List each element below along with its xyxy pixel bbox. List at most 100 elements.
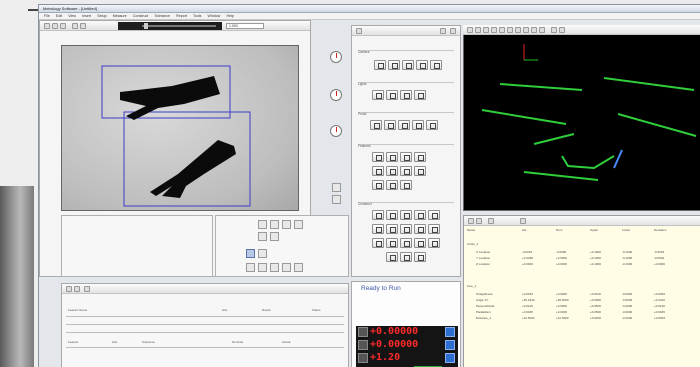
3d-view[interactable] xyxy=(463,25,700,211)
zero-x-button[interactable] xyxy=(445,327,455,337)
pan-icon[interactable] xyxy=(475,27,481,33)
feature-line[interactable] xyxy=(481,109,567,125)
fit-icon[interactable] xyxy=(491,27,497,33)
table-row[interactable]: X Location -3.0215 -3.0000 +0.1000 -0.10… xyxy=(464,250,700,255)
feature-line[interactable] xyxy=(499,83,583,91)
palette-button[interactable] xyxy=(370,120,382,130)
zoom-select[interactable]: 1.000 xyxy=(226,23,264,29)
palette-button[interactable] xyxy=(386,238,398,248)
menu-construct[interactable]: Construct xyxy=(133,13,148,20)
feature-line[interactable] xyxy=(523,171,599,181)
menu-tolerance[interactable]: Tolerance xyxy=(154,13,170,20)
palette-menu-icon[interactable] xyxy=(356,28,362,34)
open-icon[interactable] xyxy=(52,23,58,29)
palette-button[interactable] xyxy=(428,238,440,248)
palette-button[interactable] xyxy=(414,238,426,248)
palette-button[interactable] xyxy=(430,60,442,70)
pin-icon[interactable] xyxy=(440,28,446,34)
add-tool-button[interactable] xyxy=(246,249,255,258)
tool-button[interactable] xyxy=(294,263,303,272)
palette-button[interactable] xyxy=(416,60,428,70)
table-row[interactable]: Straightness +0.0033 +0.0000 +0.0100 -0.… xyxy=(464,292,700,297)
focus-bar[interactable] xyxy=(118,22,222,30)
rotate-icon[interactable] xyxy=(483,27,489,33)
delete-icon[interactable] xyxy=(84,286,90,292)
palette-button[interactable] xyxy=(400,152,412,162)
palette-button[interactable] xyxy=(386,252,398,262)
tool-button[interactable] xyxy=(258,232,267,241)
palette-button[interactable] xyxy=(386,166,398,176)
save-icon[interactable] xyxy=(60,23,66,29)
palette-button[interactable] xyxy=(400,180,412,190)
palette-button[interactable] xyxy=(428,210,440,220)
palette-button[interactable] xyxy=(386,180,398,190)
x-axis-dial[interactable] xyxy=(330,51,342,63)
filter-icon[interactable] xyxy=(488,218,494,224)
view-icon[interactable] xyxy=(499,27,505,33)
y-axis-dial[interactable] xyxy=(330,89,342,101)
z-axis-dial[interactable] xyxy=(330,125,342,137)
table-row[interactable]: Perpendicular +0.0120 +0.0000 +0.0500 -0… xyxy=(464,304,700,309)
view-icon[interactable] xyxy=(531,27,537,33)
settings-icon[interactable] xyxy=(520,218,526,224)
palette-button[interactable] xyxy=(384,120,396,130)
palette-button[interactable] xyxy=(372,152,384,162)
palette-button[interactable] xyxy=(414,90,426,100)
palette-button[interactable] xyxy=(386,224,398,234)
view-icon[interactable] xyxy=(515,27,521,33)
palette-button[interactable] xyxy=(414,166,426,176)
tool-button[interactable] xyxy=(270,232,279,241)
tool-button[interactable] xyxy=(294,220,303,229)
palette-button[interactable] xyxy=(400,90,412,100)
export-icon[interactable] xyxy=(74,286,80,292)
print-icon[interactable] xyxy=(468,218,474,224)
palette-button[interactable] xyxy=(414,210,426,220)
palette-button[interactable] xyxy=(400,224,412,234)
table-row[interactable]: Distance_1 +12.5004 +12.5000 +0.0200 -0.… xyxy=(464,316,700,321)
zero-y-button[interactable] xyxy=(445,340,455,350)
y-axis-icon[interactable] xyxy=(358,340,368,350)
palette-button[interactable] xyxy=(372,238,384,248)
zero-z-button[interactable] xyxy=(445,353,455,363)
feature-line[interactable] xyxy=(603,77,695,91)
tool-button[interactable] xyxy=(246,263,255,272)
tool-button[interactable] xyxy=(258,263,267,272)
table-row[interactable]: Angle XY +45.2310 +45.0000 +0.5000 -0.50… xyxy=(464,298,700,303)
camera-icon[interactable] xyxy=(72,23,78,29)
tool-button[interactable] xyxy=(282,263,291,272)
z-axis-icon[interactable] xyxy=(358,353,368,363)
palette-button[interactable] xyxy=(400,210,412,220)
palette-button[interactable] xyxy=(398,120,410,130)
layer-icon[interactable] xyxy=(559,27,565,33)
table-row[interactable]: Parallelism +0.0045 +0.0000 +0.0500 -0.0… xyxy=(464,310,700,315)
palette-button[interactable] xyxy=(426,120,438,130)
tool-button[interactable] xyxy=(270,263,279,272)
menu-insert[interactable]: Insert xyxy=(82,13,91,20)
stop-button[interactable] xyxy=(332,195,341,204)
roi-box-2[interactable] xyxy=(123,111,251,207)
menu-tools[interactable]: Tools xyxy=(193,13,201,20)
palette-button[interactable] xyxy=(414,252,426,262)
focus-knob[interactable] xyxy=(144,23,148,29)
zoom-icon[interactable] xyxy=(467,27,473,33)
light-icon[interactable] xyxy=(80,23,86,29)
menu-view[interactable]: View xyxy=(68,13,76,20)
palette-button[interactable] xyxy=(412,120,424,130)
camera-view[interactable] xyxy=(61,45,299,211)
palette-button[interactable] xyxy=(388,60,400,70)
palette-button[interactable] xyxy=(372,166,384,176)
new-icon[interactable] xyxy=(44,23,50,29)
palette-button[interactable] xyxy=(414,152,426,162)
feature-line-selected[interactable] xyxy=(613,149,623,169)
close-icon[interactable] xyxy=(450,28,456,34)
menu-measure[interactable]: Measure xyxy=(113,13,127,20)
table-row[interactable]: Line_1 xyxy=(464,284,700,289)
export-icon[interactable] xyxy=(476,218,482,224)
palette-button[interactable] xyxy=(372,90,384,100)
menu-setup[interactable]: Setup xyxy=(97,13,106,20)
view-icon[interactable] xyxy=(539,27,545,33)
focus-slider[interactable] xyxy=(142,25,216,27)
feature-polyline[interactable] xyxy=(561,155,615,170)
table-row[interactable]: Circle_1 xyxy=(464,242,700,247)
x-axis-icon[interactable] xyxy=(358,327,368,337)
